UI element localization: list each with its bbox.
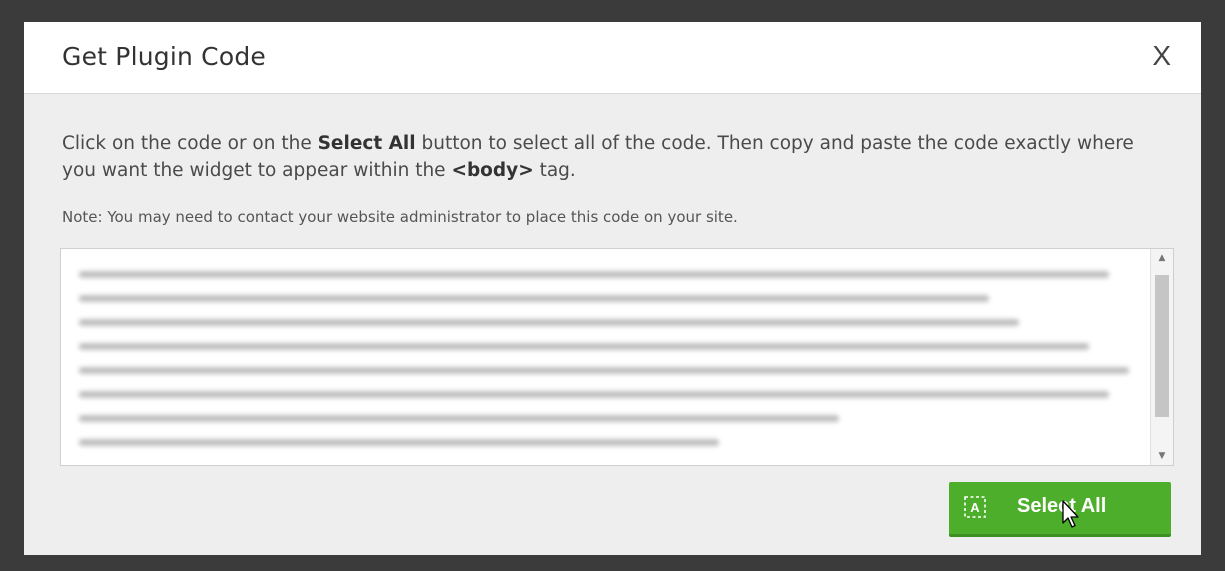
instructions-text: Click on the code or on the Select All b…	[62, 130, 1172, 184]
mouse-cursor-icon	[1062, 500, 1079, 528]
get-plugin-code-dialog: Get Plugin Code X Click on the code or o…	[24, 22, 1201, 555]
select-all-icon: A	[964, 496, 986, 518]
triangle-up-icon[interactable]: ▲	[1151, 249, 1173, 267]
close-button[interactable]: X	[1152, 40, 1171, 72]
triangle-down-icon[interactable]: ▼	[1151, 447, 1173, 465]
instructions-part1: Click on the code or on the	[62, 133, 318, 154]
instructions-bold-select-all: Select All	[317, 133, 416, 154]
select-all-button[interactable]: A Select All	[949, 482, 1171, 537]
dialog-header: Get Plugin Code X	[24, 22, 1201, 94]
scrollbar-thumb[interactable]	[1155, 275, 1169, 417]
note-text: Note: You may need to contact your websi…	[62, 208, 738, 226]
instructions-bold-body-tag: <body>	[451, 160, 534, 181]
blurred-code-graphic	[79, 271, 1129, 446]
code-scrollbar[interactable]: ▲ ▼	[1150, 249, 1173, 465]
dialog-title: Get Plugin Code	[62, 42, 266, 71]
modal-backdrop: Get Plugin Code X Click on the code or o…	[0, 0, 1225, 571]
instructions-part3: tag.	[533, 160, 576, 181]
plugin-code-textarea[interactable]: ▲ ▼	[60, 248, 1174, 466]
svg-text:A: A	[970, 500, 980, 515]
